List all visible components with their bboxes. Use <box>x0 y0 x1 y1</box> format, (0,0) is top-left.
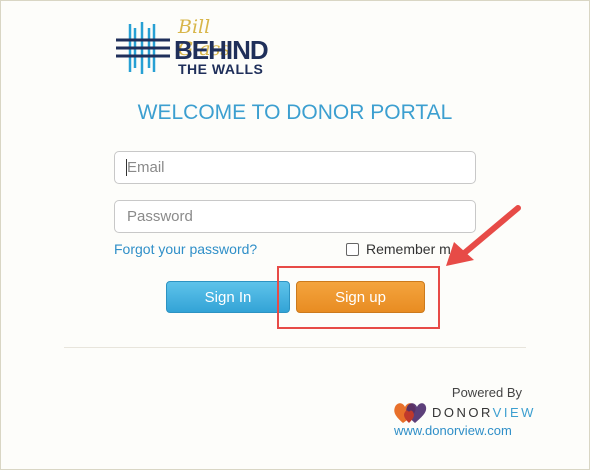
annotation-highlight-box <box>277 266 440 329</box>
text-cursor <box>126 159 127 176</box>
remember-me-checkbox[interactable] <box>346 242 359 256</box>
remember-me-label: Remember m <box>366 241 451 257</box>
donorview-link[interactable]: www.donorview.com <box>394 423 512 438</box>
annotation-arrow-icon <box>446 205 521 266</box>
divider <box>64 347 526 348</box>
powered-by-label: Powered By <box>451 385 522 400</box>
email-field[interactable] <box>114 151 476 184</box>
donorview-wordmark-part2: VIEW <box>492 405 536 420</box>
page-title: WELCOME TO DONOR PORTAL <box>137 101 453 124</box>
remember-me[interactable]: Remember m <box>346 241 451 257</box>
donorview-logo-icon <box>394 403 427 423</box>
forgot-password-link[interactable]: Forgot your password? <box>114 241 257 257</box>
bars-logo-icon <box>116 22 170 74</box>
logo-line2: THE WALLS <box>178 61 264 77</box>
behind-the-walls-logo: Bill Glass BEHIND THE WALLS <box>116 16 269 80</box>
password-field[interactable] <box>114 200 476 233</box>
sign-in-button[interactable]: Sign In <box>166 281 290 313</box>
donorview-wordmark: DONORVIEW <box>432 405 536 420</box>
donorview-wordmark-part1: DONOR <box>432 405 493 420</box>
